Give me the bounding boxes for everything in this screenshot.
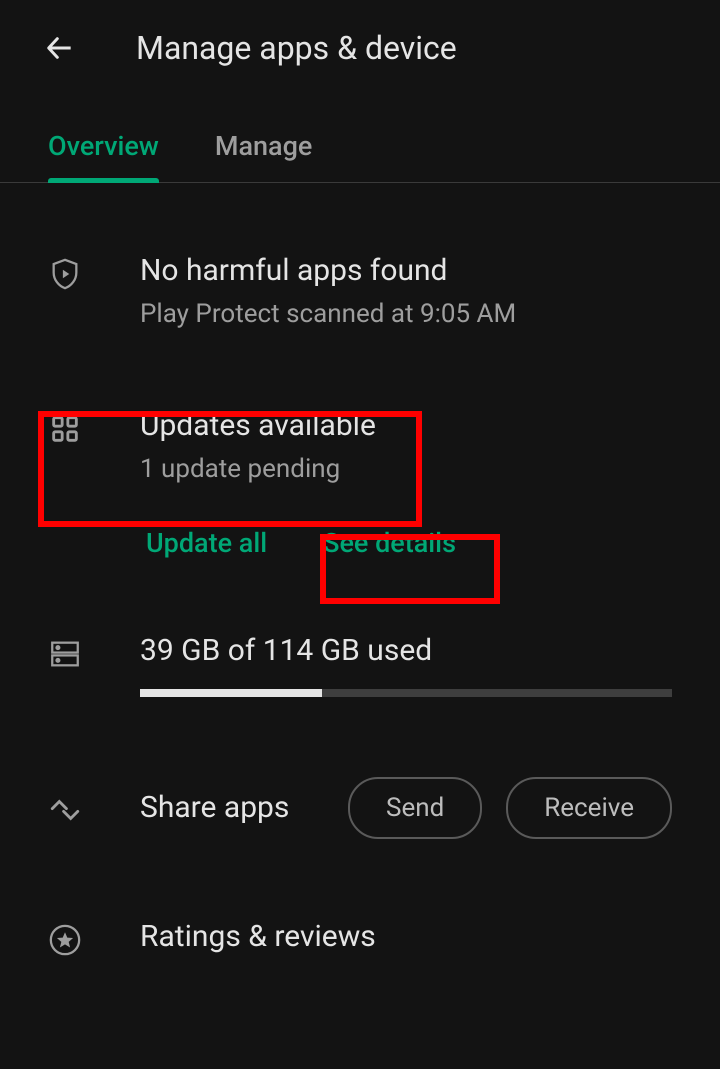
play-protect-title: No harmful apps found bbox=[140, 253, 672, 289]
star-circle-icon bbox=[48, 919, 140, 957]
ratings-title: Ratings & reviews bbox=[140, 919, 672, 955]
storage-progress-fill bbox=[140, 689, 322, 697]
tab-manage[interactable]: Manage bbox=[215, 114, 313, 182]
tabs: Overview Manage bbox=[0, 114, 720, 183]
back-button[interactable] bbox=[40, 28, 80, 68]
receive-button[interactable]: Receive bbox=[506, 777, 672, 839]
play-protect-subtitle: Play Protect scanned at 9:05 AM bbox=[140, 299, 672, 330]
updates-actions: Update all See details bbox=[140, 523, 672, 563]
storage-icon bbox=[48, 633, 140, 671]
send-button[interactable]: Send bbox=[348, 777, 482, 839]
tab-overview[interactable]: Overview bbox=[48, 114, 159, 182]
storage-row[interactable]: 39 GB of 114 GB used bbox=[48, 583, 672, 697]
app-header: Manage apps & device bbox=[0, 0, 720, 96]
share-nearby-icon bbox=[48, 789, 140, 827]
share-apps-title: Share apps bbox=[140, 790, 289, 826]
ratings-reviews-row[interactable]: Ratings & reviews bbox=[48, 839, 672, 957]
share-apps-row: Share apps Send Receive bbox=[48, 697, 672, 839]
apps-grid-icon bbox=[48, 408, 140, 446]
storage-progress-bar bbox=[140, 689, 672, 697]
update-all-button[interactable]: Update all bbox=[140, 523, 273, 563]
page-title: Manage apps & device bbox=[136, 29, 457, 67]
see-details-button[interactable]: See details bbox=[317, 523, 462, 563]
updates-title: Updates available bbox=[140, 408, 672, 444]
arrow-left-icon bbox=[44, 32, 76, 64]
updates-row[interactable]: Updates available 1 update pending bbox=[48, 330, 672, 485]
updates-subtitle: 1 update pending bbox=[140, 454, 672, 485]
storage-title: 39 GB of 114 GB used bbox=[140, 633, 672, 669]
shield-play-icon bbox=[48, 253, 140, 291]
play-protect-row[interactable]: No harmful apps found Play Protect scann… bbox=[48, 183, 672, 330]
